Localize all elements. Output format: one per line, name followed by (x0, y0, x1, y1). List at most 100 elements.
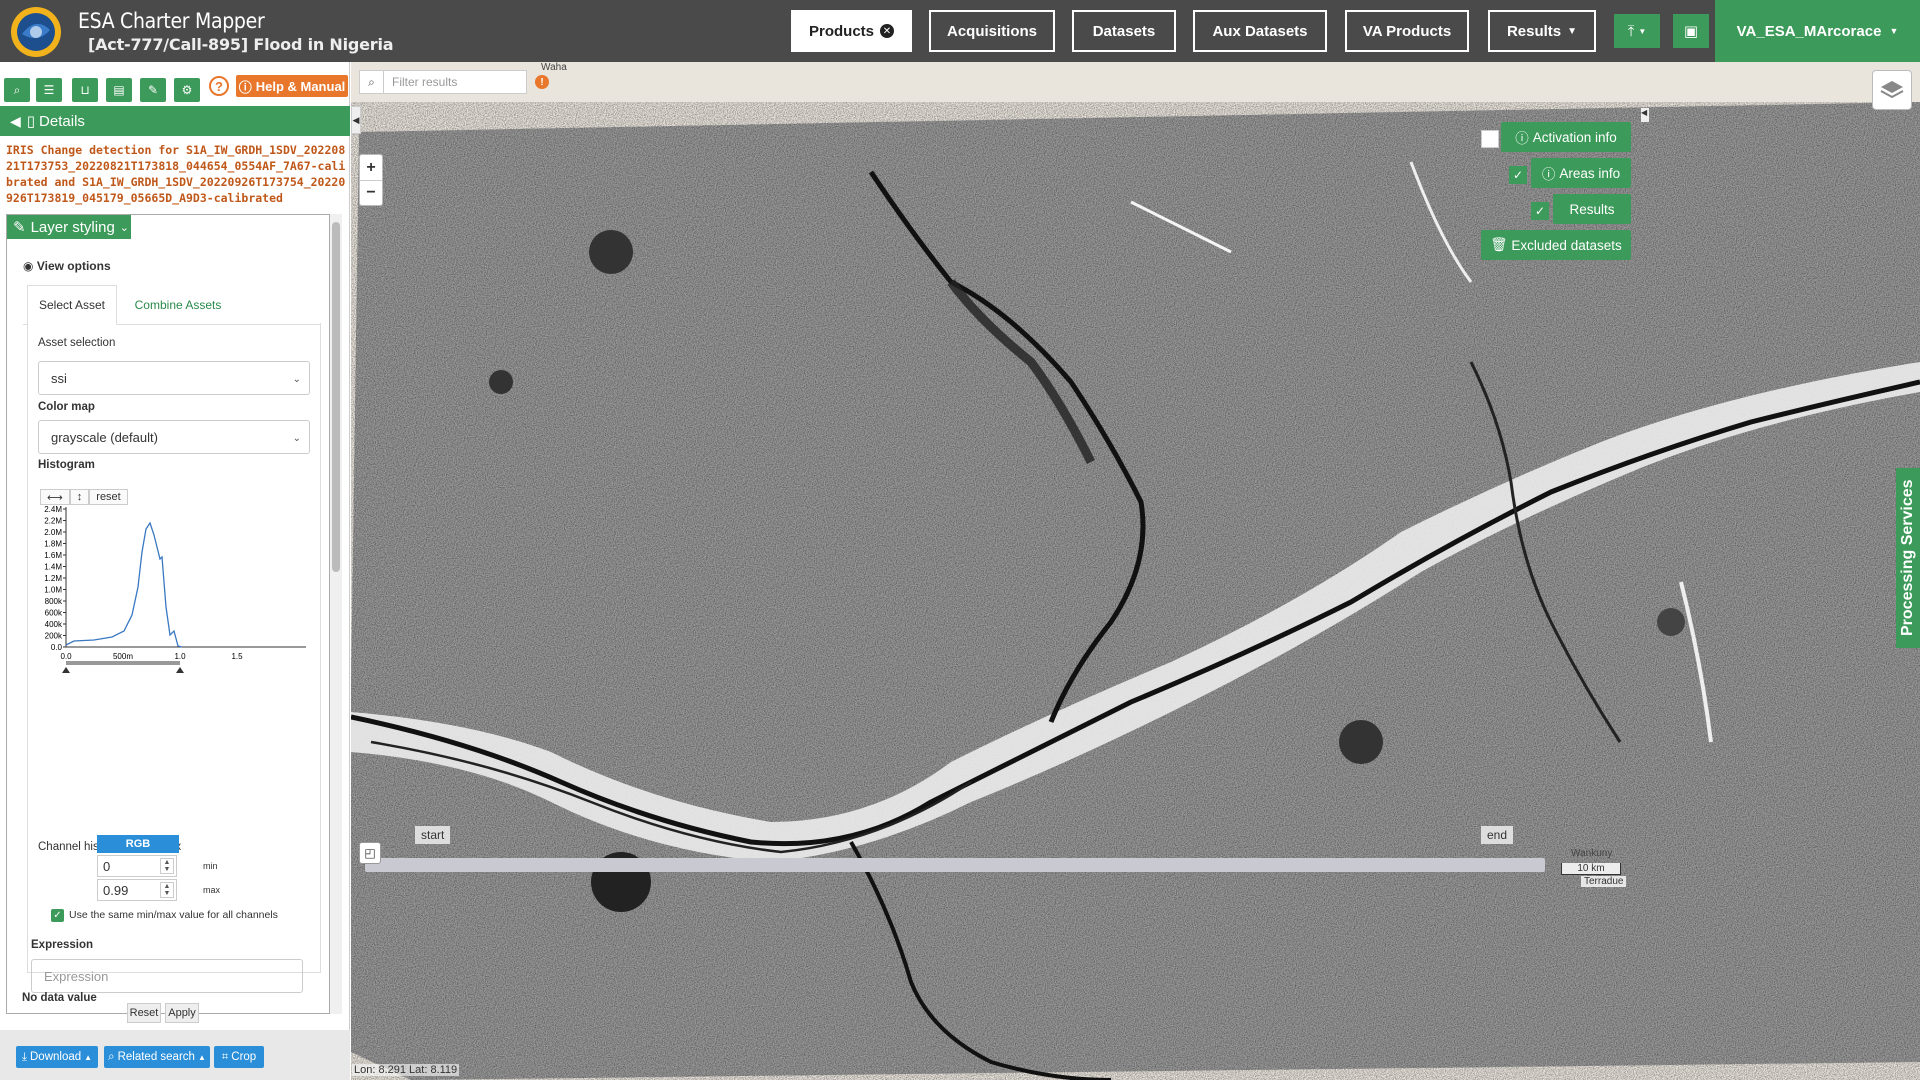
layer-styling-header[interactable]: ✎ Layer styling ⌄ (7, 215, 131, 239)
min-input-value: 0 (103, 858, 111, 874)
color-map-select[interactable]: grayscale (default) ⌄ (38, 420, 310, 454)
close-icon[interactable]: ✕ (880, 24, 894, 38)
edit-tool-button[interactable]: ✎ (140, 78, 166, 102)
histogram-y-tick: 200k (45, 632, 63, 641)
settings-tool-button[interactable]: ⚙ (174, 78, 200, 102)
scrollbar-thumb[interactable] (332, 222, 340, 572)
results-checkbox[interactable]: ✓ (1531, 202, 1549, 220)
histogram-y-tick: 2.2M (44, 517, 62, 526)
overview-map-button[interactable]: ◰ (359, 842, 381, 864)
layers-button[interactable] (1872, 70, 1912, 110)
nav-acquisitions[interactable]: Acquisitions (929, 10, 1055, 52)
histogram-chart: ⟷ ↕ reset 2.4M 2.2M 2.0M 1.8M 1.6M 1.4M 1.2M 1.… (34, 477, 320, 717)
warning-icon[interactable]: ! (535, 75, 549, 89)
list-icon: ☰ (43, 83, 55, 97)
filter-results[interactable]: ⌕ Filter results (359, 70, 527, 94)
excluded-datasets-button[interactable]: 🗑 Excluded datasets (1481, 230, 1631, 260)
nav-products[interactable]: Products ✕ (791, 10, 912, 52)
activation-info-checkbox[interactable] (1481, 130, 1499, 148)
info-icon: ⓘ (1541, 167, 1556, 182)
max-label: max (203, 885, 221, 895)
mouse-coordinates: Lon: 8.291 Lat: 8.119 (352, 1064, 460, 1076)
asset-select[interactable]: ssi ⌄ (38, 361, 310, 395)
nav-results[interactable]: Results ▼ (1488, 10, 1596, 52)
crop-icon: ⌗ (221, 1050, 229, 1063)
activation-info-button[interactable]: ⓘ Activation info (1501, 122, 1631, 152)
right-collapse-button[interactable]: ◀ (1641, 108, 1649, 122)
map-attribution: Terradue (1581, 876, 1627, 887)
no-data-label: No data value (22, 992, 97, 1004)
histogram-x-tick: 500m (113, 652, 133, 661)
map-view[interactable]: ⌕ Filter results ! ◀ + − ⓘ Activation in… (351, 62, 1920, 1080)
info-icon: ⓘ (238, 79, 252, 95)
min-stepper[interactable]: ▲ ▼ (160, 858, 174, 874)
crop-label: Crop (231, 1051, 257, 1063)
brand[interactable]: ESA Charter Mapper [Act-777/Call-895] Fl… (8, 4, 394, 60)
tab-combine-assets[interactable]: Combine Assets (123, 285, 233, 325)
reset-button[interactable]: Reset (127, 1003, 161, 1023)
histogram-x-tick: 1.0 (174, 652, 186, 661)
histogram-x-tick: 1.5 (231, 652, 243, 661)
user-menu[interactable]: VA_ESA_MArcorace ▼ (1715, 0, 1920, 62)
nav-aux-datasets[interactable]: Aux Datasets (1193, 10, 1327, 52)
search-tool-button[interactable]: ⌕ (4, 78, 30, 102)
same-minmax-checkbox[interactable]: ✓ (51, 909, 64, 922)
question-icon[interactable]: ? (209, 76, 229, 96)
nav-va-products[interactable]: VA Products (1345, 10, 1469, 52)
histogram-label: Histogram (38, 459, 95, 471)
help-manual-button[interactable]: ⓘ Help & Manual (236, 75, 348, 97)
basket-tool-button[interactable]: ⊔ (72, 78, 98, 102)
areas-info-button[interactable]: ⓘ Areas info (1531, 158, 1631, 188)
zoom-in-button[interactable]: + (360, 155, 382, 180)
histogram-y-tick: 1.4M (44, 563, 62, 572)
sar-image-layer (351, 102, 1920, 1080)
chevron-left-icon: ◀ (10, 112, 21, 129)
asset-selection-label: Asset selection (38, 337, 116, 349)
list-tool-button[interactable]: ☰ (36, 78, 62, 102)
histogram-y-tick: 2.4M (44, 505, 62, 514)
upload-button[interactable]: ⤒ ▼ (1614, 14, 1660, 48)
processing-services-tab[interactable]: Processing Services (1896, 468, 1920, 648)
histogram-y-tick: 1.0M (44, 586, 62, 595)
help-label: Help & Manual (255, 78, 346, 94)
min-label: min (203, 861, 218, 871)
crop-button[interactable]: ⌗ Crop (214, 1046, 264, 1068)
collapse-panel-button[interactable]: ◀ (351, 106, 361, 134)
download-button[interactable]: ⤓ Download ▲ (16, 1046, 98, 1068)
related-search-button[interactable]: ⌕ Related search ▲ (104, 1046, 210, 1068)
caret-down-icon: ▼ (1567, 25, 1578, 37)
panel-scrollbar[interactable] (330, 214, 342, 1014)
nav-datasets[interactable]: Datasets (1072, 10, 1176, 52)
top-navbar: ESA Charter Mapper [Act-777/Call-895] Fl… (0, 0, 1920, 62)
areas-info-label: Areas info (1559, 165, 1621, 181)
related-search-label: Related search (117, 1051, 195, 1063)
caret-down-icon: ▼ (1889, 26, 1899, 36)
eye-icon: ◉ (23, 259, 34, 273)
apply-button[interactable]: Apply (165, 1003, 199, 1023)
min-input[interactable]: 0 ▲ ▼ (97, 855, 177, 877)
bottom-actions: ⤓ Download ▲ ⌕ Related search ▲ ⌗ Crop (0, 1030, 350, 1080)
download-label: Download (30, 1051, 82, 1063)
layers-icon (1880, 81, 1904, 99)
briefcase-button[interactable]: ▣ (1673, 14, 1709, 48)
expression-label: Expression (31, 939, 93, 951)
trash-icon: 🗑 (1490, 237, 1508, 252)
tab-select-asset[interactable]: Select Asset (27, 285, 117, 325)
gear-icon: ⚙ (181, 83, 193, 97)
activation-title: [Act-777/Call-895] Flood in Nigeria (88, 35, 394, 55)
histogram-curve (65, 521, 183, 648)
results-layer-button[interactable]: Results (1553, 194, 1631, 224)
upload-icon: ⤒ (1627, 22, 1635, 40)
expression-input[interactable]: Expression (31, 959, 303, 993)
details-header[interactable]: ◀ ▯ Details (0, 106, 350, 136)
same-minmax-label: Use the same min/max value for all chann… (69, 909, 278, 921)
max-input[interactable]: 0.99 ▲ ▼ (97, 879, 177, 901)
timeline-slider[interactable] (365, 858, 1545, 872)
areas-info-checkbox[interactable]: ✓ (1509, 166, 1527, 184)
zoom-out-button[interactable]: − (360, 180, 382, 205)
color-map-label: Color map (38, 401, 95, 413)
max-stepper[interactable]: ▲ ▼ (160, 882, 174, 898)
max-input-value: 0.99 (103, 882, 129, 898)
archive-tool-button[interactable]: ▤ (106, 78, 132, 102)
view-options[interactable]: ◉ View options (23, 259, 111, 273)
